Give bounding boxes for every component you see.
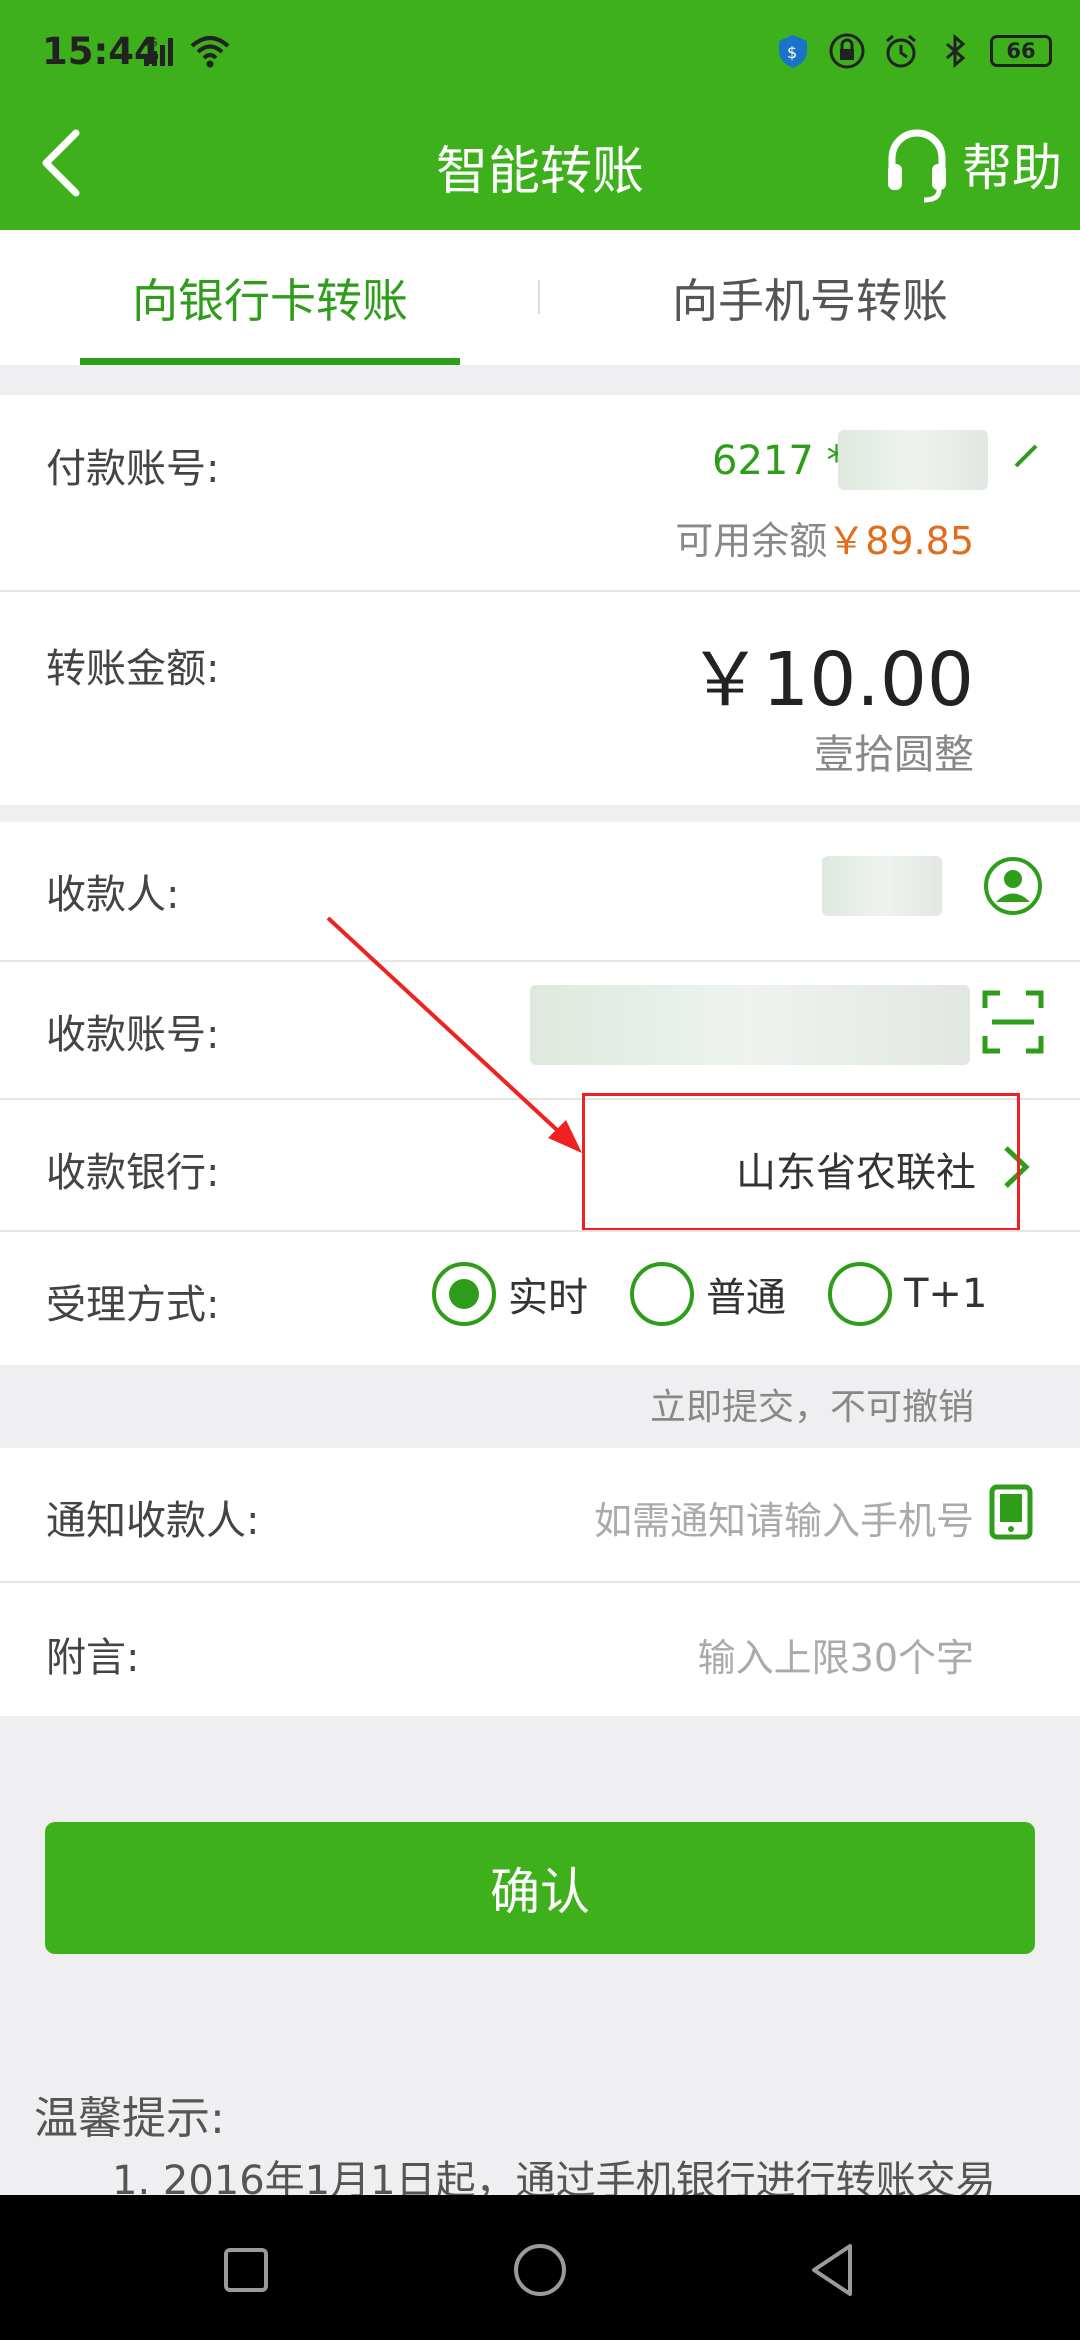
radio-realtime[interactable]: 实时 [432,1262,588,1326]
confirm-button[interactable]: 确认 [45,1822,1035,1954]
lock-icon [829,33,865,69]
back-nav-icon[interactable] [794,2230,874,2310]
method-note: 立即提交，不可撤销 [649,1387,974,1428]
contact-person-icon[interactable] [982,855,1044,917]
phone-icon[interactable] [988,1484,1034,1540]
radio-circle [630,1262,694,1326]
notify-phone-input[interactable]: 如需通知请输入手机号 [594,1490,974,1545]
payee-name-field[interactable] [822,856,942,916]
annotation-arrow [326,916,582,1153]
payer-account-label: 付款账号: [46,446,220,492]
status-bar: 15:44 4G $ 66 [0,0,1080,105]
check-icon [1014,444,1038,468]
radio-label: 实时 [508,1275,588,1321]
status-icons: $ 66 [774,32,1052,70]
tab-divider [538,280,540,314]
blurred-account-digits [838,430,988,490]
recent-apps-icon[interactable] [206,2230,286,2310]
radio-circle [828,1262,892,1326]
svg-text:$: $ [787,43,797,62]
notify-label: 通知收款人: [46,1498,260,1544]
system-nav-bar [0,2195,1080,2340]
tab-bank-card[interactable]: 向银行卡转账 [80,230,460,365]
balance-label: 可用余额 [675,519,828,563]
scan-icon[interactable] [982,990,1044,1054]
memo-input[interactable]: 输入上限30个字 [698,1627,974,1682]
divider [0,1581,1080,1583]
help-label: 帮助 [962,139,1062,197]
signal-icon: 4G [142,36,173,66]
transfer-tabs: 向银行卡转账 向手机号转账 [0,230,1080,365]
radio-circle [432,1262,496,1326]
amount-input[interactable]: ￥10.00 [688,620,974,727]
radio-label: T+1 [904,1271,988,1317]
method-label: 受理方式: [46,1282,220,1328]
payee-bank-label: 收款银行: [46,1150,220,1196]
divider [0,1230,1080,1232]
payee-account-label: 收款账号: [46,1012,220,1058]
payee-name-label: 收款人: [46,872,180,918]
help-button[interactable]: 帮助 [884,119,1062,209]
amount-in-words: 壹拾圆整 [814,732,974,778]
active-tab-indicator [80,358,460,365]
radio-t-plus-1[interactable]: T+1 [828,1262,987,1326]
annotation-highlight-box [582,1093,1020,1231]
home-icon[interactable] [500,2230,580,2310]
battery-indicator: 66 [990,35,1052,67]
available-balance: 可用余额￥89.85 [675,510,974,565]
shield-icon: $ [779,35,807,68]
wifi-icon [190,36,230,68]
bluetooth-icon [946,33,966,69]
headset-icon [888,129,946,203]
radio-label: 普通 [706,1275,786,1321]
amount-label: 转账金额: [46,646,220,692]
payee-account-field[interactable] [530,985,970,1065]
alarm-icon [886,34,916,68]
memo-label: 附言: [46,1635,140,1681]
divider [0,590,1080,592]
app-bar: 智能转账 帮助 [0,105,1080,230]
network-type: 4G [142,36,158,49]
payer-account-number: 6217 * [712,438,847,484]
tips-title: 温馨提示: [34,2093,225,2144]
radio-normal[interactable]: 普通 [630,1262,786,1326]
tab-phone-number[interactable]: 向手机号转账 [620,230,1000,365]
payer-account-selector[interactable]: 6217 * [600,420,1050,490]
balance-amount: ￥89.85 [827,519,974,563]
